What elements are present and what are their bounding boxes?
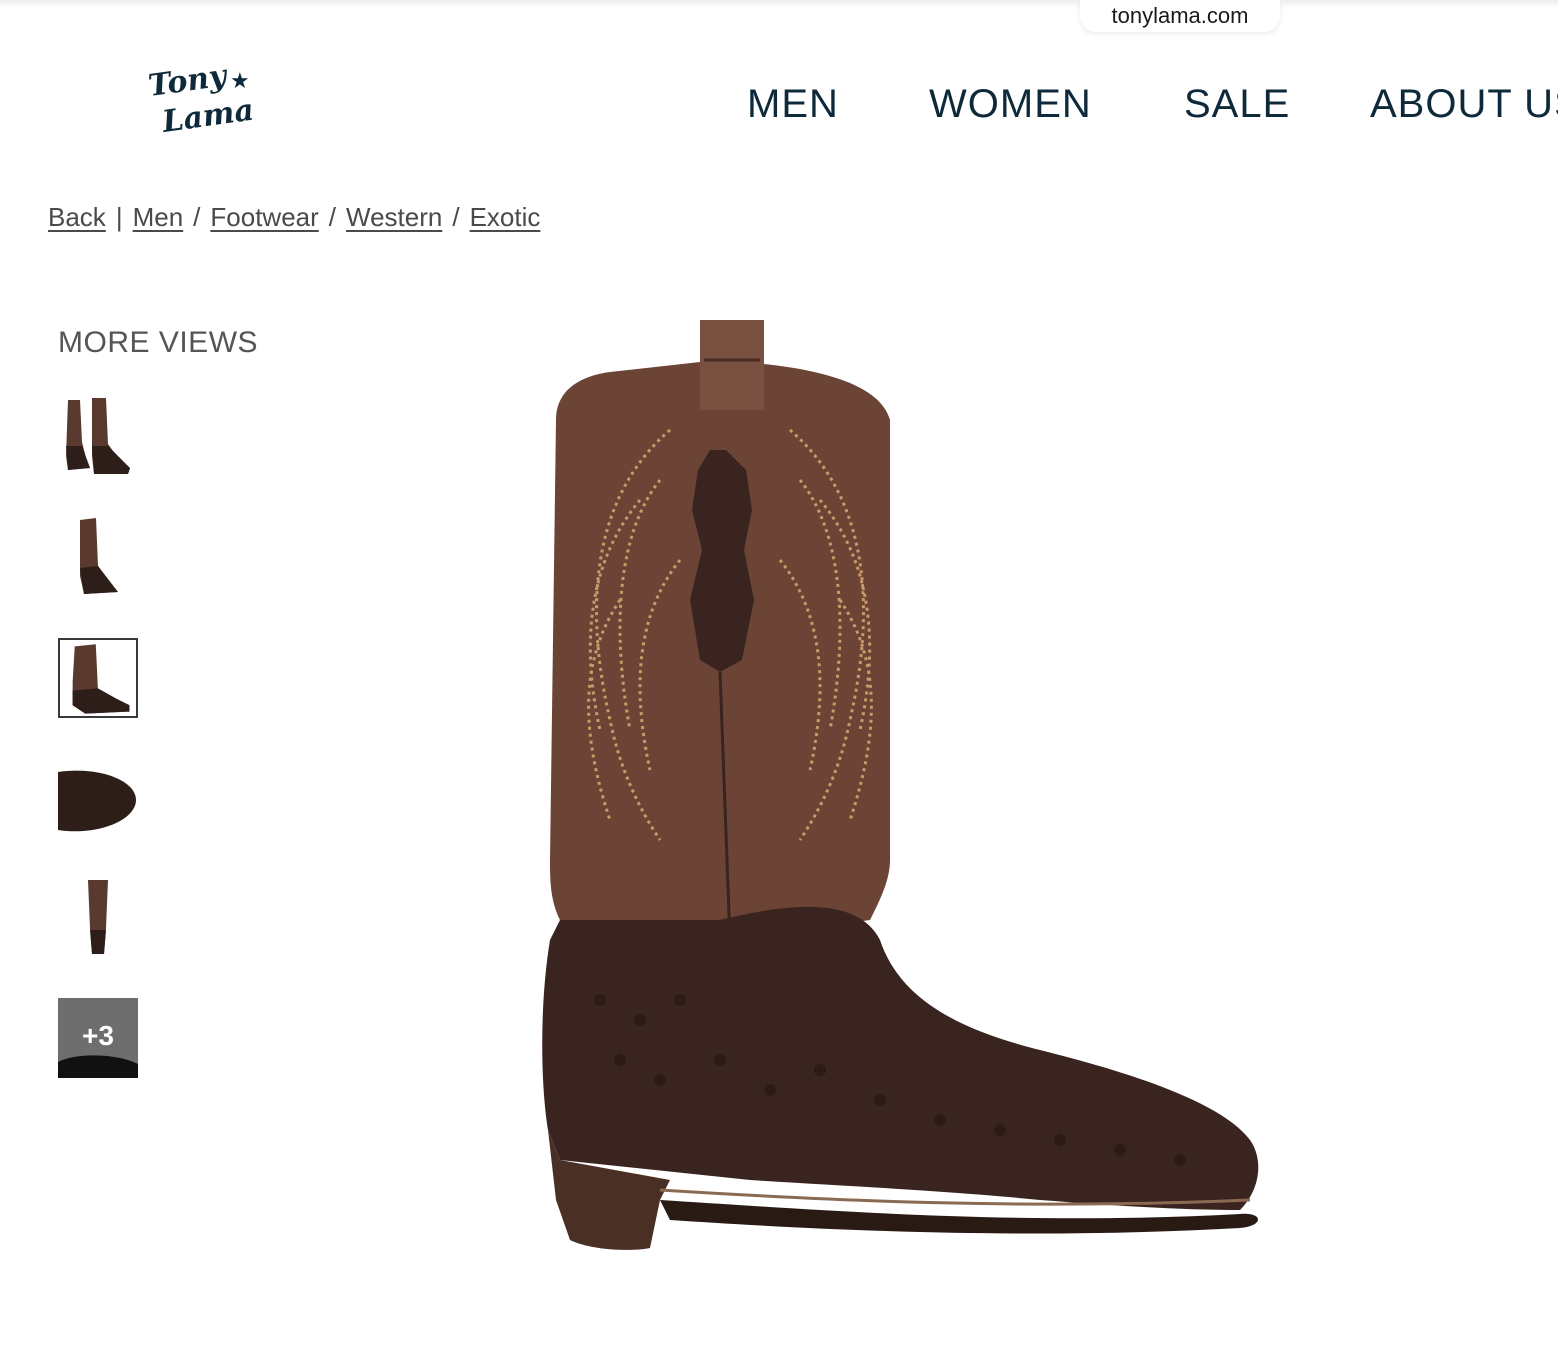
nav-sale[interactable]: SALE [1184, 82, 1290, 128]
breadcrumb-separator: / [452, 202, 460, 232]
thumbnail-side-view[interactable] [58, 638, 138, 718]
breadcrumb-back-link[interactable]: Back [48, 202, 106, 232]
main-product-image[interactable] [520, 300, 1300, 1300]
thumbnail-back-view[interactable] [58, 878, 138, 958]
url-bar[interactable]: tonylama.com [1080, 0, 1280, 32]
thumbnail-top-view[interactable] [58, 760, 138, 840]
thumbnail-angle-view[interactable] [58, 516, 138, 596]
tony-lama-logo[interactable]: Tony ★ Lama [140, 58, 270, 150]
breadcrumb-link-men[interactable]: Men [133, 202, 184, 232]
breadcrumb-link-footwear[interactable]: Footwear [210, 202, 318, 232]
breadcrumb-separator: | [115, 202, 123, 232]
nav-about-us[interactable]: ABOUT US [1370, 82, 1558, 128]
breadcrumb: Back | Men / Footwear / Western / Exotic [48, 202, 540, 233]
thumbnail-more-views[interactable]: +3 [58, 998, 138, 1078]
nav-men[interactable]: MEN [747, 82, 839, 128]
thumbnail-pair-view[interactable] [58, 396, 138, 476]
more-views-heading: MORE VIEWS [58, 326, 259, 359]
more-views-count: +3 [82, 1020, 114, 1051]
logo-star-icon: ★ [230, 69, 250, 94]
breadcrumb-separator: / [328, 202, 337, 232]
breadcrumb-separator: / [193, 202, 201, 232]
nav-women[interactable]: WOMEN [929, 82, 1092, 128]
breadcrumb-link-exotic[interactable]: Exotic [470, 202, 541, 232]
browser-top-shade [0, 0, 1558, 8]
breadcrumb-link-western[interactable]: Western [346, 202, 442, 232]
